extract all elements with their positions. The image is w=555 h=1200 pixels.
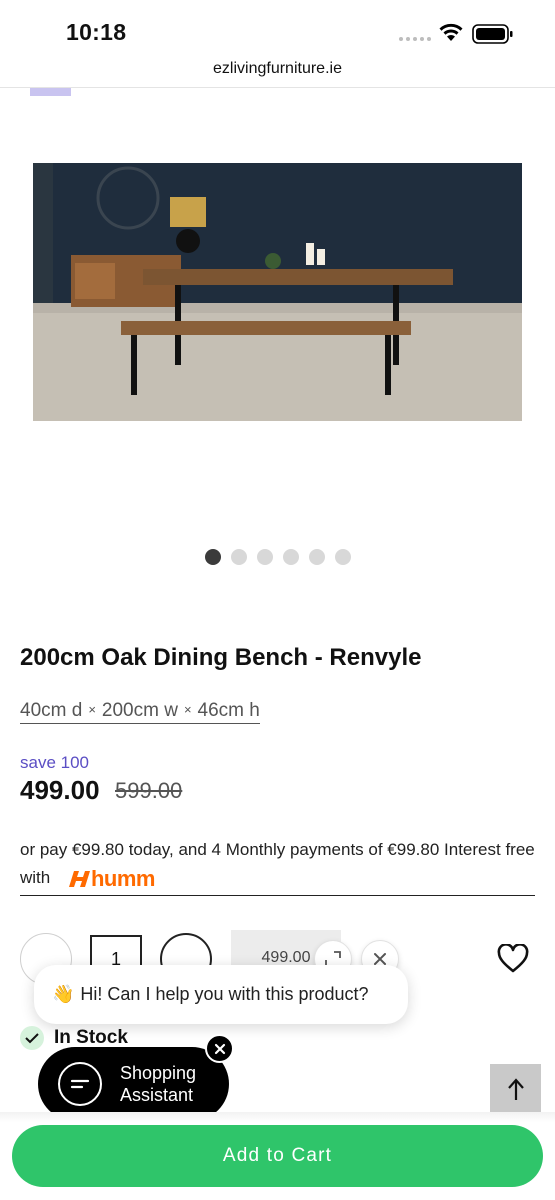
add-to-cart-button[interactable]: Add to Cart	[12, 1125, 543, 1187]
gallery-dot[interactable]	[335, 549, 351, 565]
wishlist-tab-edge	[30, 88, 71, 96]
assistant-close-button[interactable]	[205, 1034, 234, 1063]
dimension-height: 46cm h	[197, 700, 260, 721]
wave-emoji: 👋	[52, 984, 75, 1004]
chat-greeting-bubble[interactable]: 👋 Hi! Can I help you with this product?	[34, 965, 408, 1024]
url-text: ezlivingfurniture.ie	[213, 60, 342, 77]
dimension-width: 200cm w	[101, 700, 178, 721]
current-price: 499.00	[20, 775, 100, 805]
cart-bar-shadow	[0, 1112, 555, 1122]
humm-mark-icon	[68, 870, 90, 887]
financing-info[interactable]: or pay €99.80 today, and 4 Monthly payme…	[20, 836, 535, 896]
product-image[interactable]	[33, 163, 522, 421]
product-photo	[33, 163, 522, 421]
original-price: 599.00	[115, 778, 183, 803]
close-icon	[214, 1043, 225, 1054]
shopping-assistant-label: Shopping Assistant	[120, 1063, 197, 1105]
address-bar[interactable]: ezlivingfurniture.ie	[0, 56, 555, 88]
wishlist-heart-icon[interactable]	[497, 944, 529, 974]
shopping-assistant-button[interactable]: Shopping Assistant	[38, 1047, 229, 1121]
close-icon	[374, 953, 386, 965]
gallery-dot[interactable]	[231, 549, 247, 565]
status-time: 10:18	[66, 19, 127, 45]
check-icon	[20, 1026, 44, 1050]
scroll-to-top-button[interactable]	[490, 1064, 541, 1115]
status-bar: 10:18	[0, 0, 555, 56]
save-badge: save 100	[20, 753, 89, 772]
dimension-depth: 40cm d	[20, 700, 83, 721]
gallery-dot[interactable]	[283, 549, 299, 565]
humm-logo-text: humm	[90, 865, 156, 891]
gallery-dot[interactable]	[309, 549, 325, 565]
gallery-dot[interactable]	[205, 549, 221, 565]
gallery-pagination	[205, 549, 351, 565]
stock-label: In Stock	[54, 1027, 128, 1048]
humm-logo: humm	[67, 865, 155, 893]
gallery-dot[interactable]	[257, 549, 273, 565]
dimension-separator: ×	[183, 702, 192, 717]
dimension-separator: ×	[88, 702, 96, 717]
wifi-icon	[439, 23, 463, 41]
product-title: 200cm Oak Dining Bench - Renvyle	[20, 644, 422, 671]
chat-greeting-text: Hi! Can I help you with this product?	[80, 984, 369, 1004]
arrow-up-icon	[507, 1077, 524, 1100]
battery-icon	[472, 24, 513, 44]
cellular-signal-icon	[399, 37, 431, 41]
product-dimensions[interactable]: 40cm d × 200cm w × 46cm h	[20, 700, 260, 724]
chat-icon	[58, 1062, 102, 1106]
